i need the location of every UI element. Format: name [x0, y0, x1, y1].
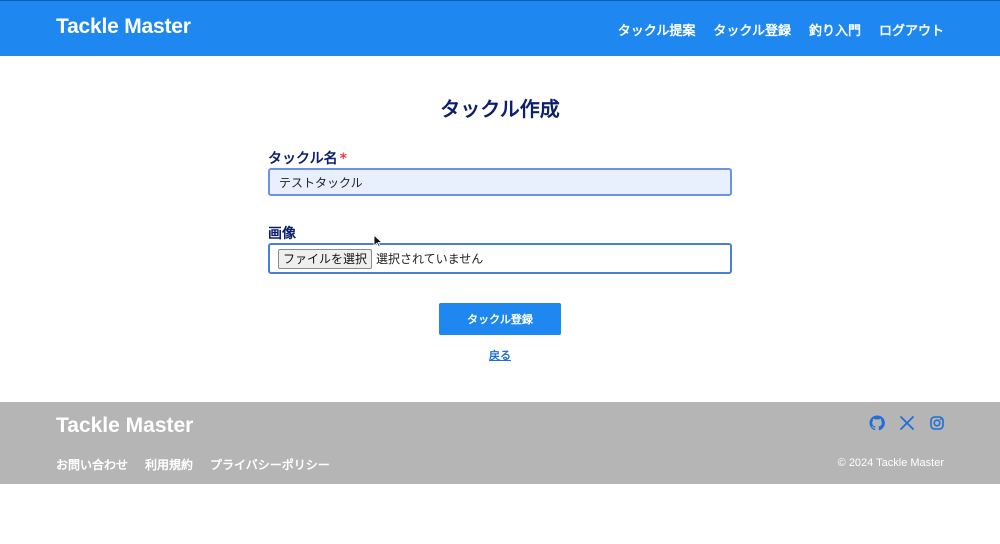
copyright-text: © 2024 Tackle Master	[837, 457, 944, 469]
footer-link-privacy[interactable]: プライバシーポリシー	[210, 456, 330, 473]
main-content: タックル作成 タックル名* 画像 ファイルを選択 選択されていません タックル登…	[0, 56, 1000, 402]
footer-brand: Tackle Master	[56, 414, 194, 437]
social-links	[869, 415, 945, 431]
tackle-name-label-text: タックル名	[268, 151, 338, 167]
brand-logo[interactable]: Tackle Master	[56, 15, 191, 39]
instagram-icon[interactable]	[929, 415, 945, 431]
footer-link-contact[interactable]: お問い合わせ	[56, 456, 128, 473]
mouse-cursor-icon	[373, 234, 383, 248]
nav-logout[interactable]: ログアウト	[879, 20, 944, 39]
footer-links: お問い合わせ 利用規約 プライバシーポリシー	[56, 456, 330, 473]
required-mark: *	[339, 151, 347, 167]
tackle-register-button[interactable]: タックル登録	[439, 303, 561, 335]
nav-fishing-intro[interactable]: 釣り入門	[809, 20, 861, 39]
github-icon[interactable]	[869, 415, 885, 431]
footer-link-terms[interactable]: 利用規約	[145, 456, 193, 473]
page-title: タックル作成	[440, 97, 560, 121]
image-label: 画像	[268, 226, 296, 242]
nav-tackle-register[interactable]: タックル登録	[713, 20, 791, 39]
choose-file-button[interactable]: ファイルを選択	[278, 248, 373, 269]
site-header: Tackle Master タックル提案 タックル登録 釣り入門 ログアウト	[0, 0, 1000, 56]
back-link[interactable]: 戻る	[0, 347, 1000, 363]
nav-tackle-suggest[interactable]: タックル提案	[618, 20, 696, 39]
site-footer: Tackle Master お問い合わせ 利用規約 プライバシーポリシー © 2…	[0, 402, 1000, 484]
image-file-input[interactable]: ファイルを選択 選択されていません	[268, 243, 732, 274]
x-icon[interactable]	[899, 415, 915, 431]
tackle-name-input[interactable]	[268, 168, 732, 196]
file-status-text: 選択されていません	[376, 252, 484, 266]
main-nav: タックル提案 タックル登録 釣り入門 ログアウト	[618, 1, 944, 57]
tackle-name-label: タックル名 *	[268, 148, 347, 168]
